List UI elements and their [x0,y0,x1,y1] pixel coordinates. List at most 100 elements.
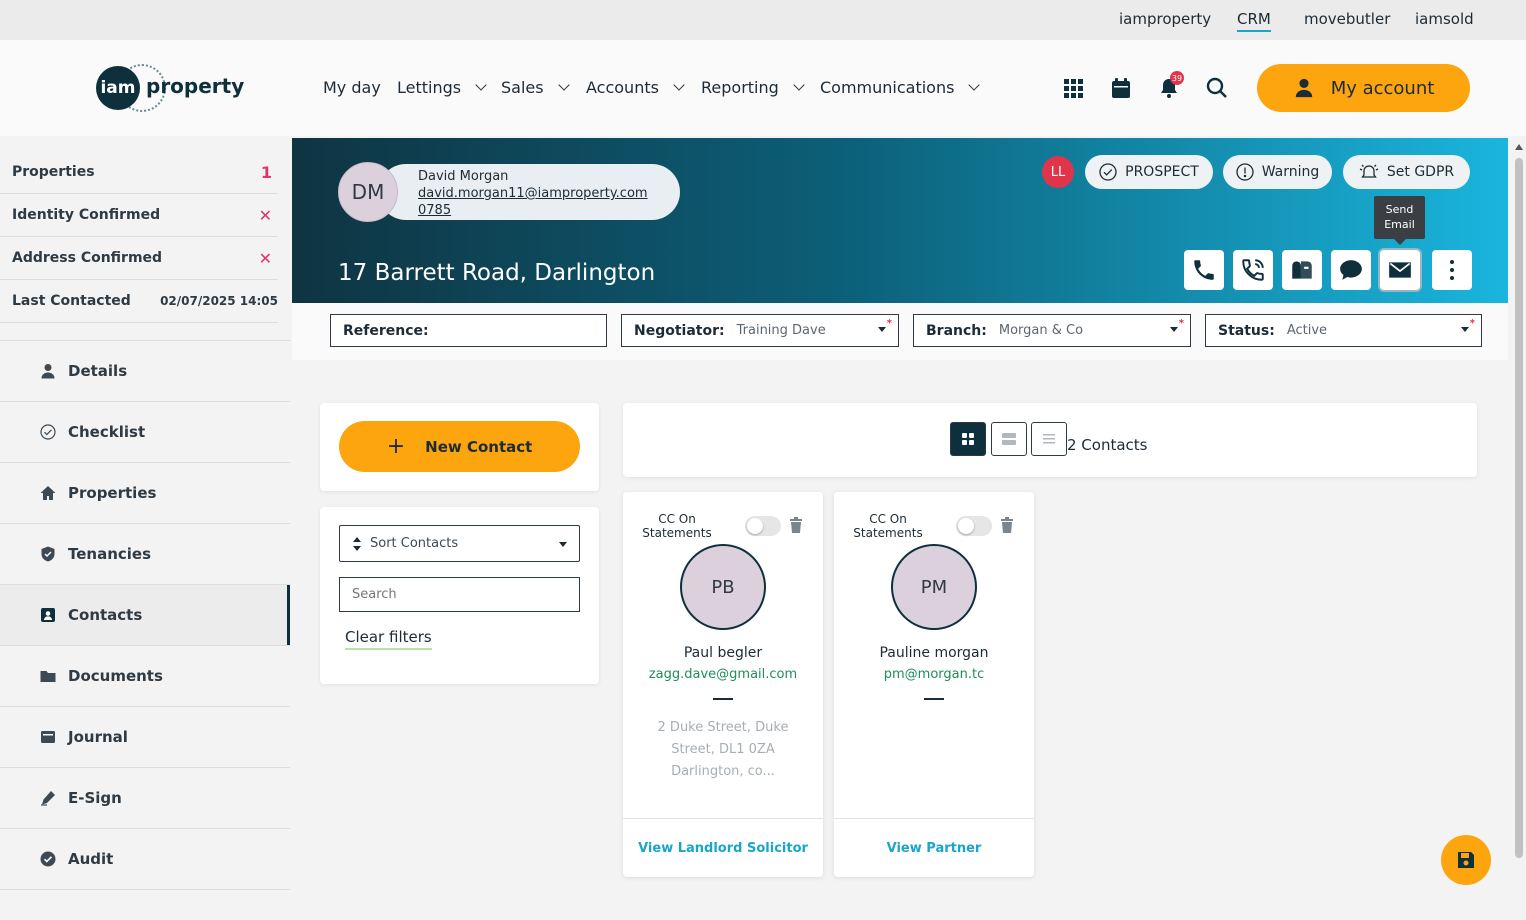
branch-select[interactable]: Branch: Morgan & Co * [913,314,1191,347]
envelope-icon [1389,262,1411,278]
sort-contacts-select[interactable]: Sort Contacts [339,525,580,562]
contact-email[interactable]: zagg.dave@gmail.com [623,667,823,682]
link-iamproperty[interactable]: iamproperty [1119,10,1211,28]
call-log-button[interactable] [1233,250,1273,290]
letter-button[interactable] [1282,250,1322,290]
grid-view-button[interactable] [950,422,986,456]
sidebar-item-checklist[interactable]: Checklist [0,402,290,463]
nav-reporting-label: Reporting [701,78,779,97]
chevron-down-icon [475,79,487,91]
nav-my-day[interactable]: My day [323,78,381,97]
search-input[interactable] [339,577,580,612]
list-view-icon [1043,434,1055,444]
sidebar-item-label: Audit [68,850,114,868]
page-scrollbar[interactable] [1512,136,1526,920]
nav-sales[interactable]: Sales [501,78,570,97]
sms-button[interactable] [1331,250,1371,290]
view-partner-link[interactable]: View Partner [834,818,1034,877]
summary-label: Last Contacted [12,293,131,309]
call-button[interactable] [1184,250,1224,290]
contact-name: David Morgan [418,169,509,184]
sidebar-item-tenancies[interactable]: Tenancies [0,524,290,585]
negotiator-select[interactable]: Negotiator: Training Dave * [621,314,899,347]
branch-label: Branch: [926,322,987,339]
scrollbar-thumb[interactable] [1515,158,1523,858]
check-circle-icon [40,424,56,440]
contact-card-icon [41,608,55,622]
summary-properties: Properties 1 [0,151,278,194]
more-options-button[interactable] [1432,250,1472,290]
cc-on-statements-label: CC On Statements [642,512,712,540]
sort-icon [353,536,361,551]
journal-icon [41,731,55,743]
more-vertical-icon [1450,260,1454,280]
list-view-button[interactable] [1031,422,1067,456]
sidebar-item-audit[interactable]: Audit [0,829,290,890]
logo[interactable]: iam property [96,64,244,114]
sidebar-item-details[interactable]: Details [0,341,290,402]
clear-filters-link[interactable]: Clear filters [345,628,432,650]
status-select[interactable]: Status: Active * [1205,314,1482,347]
caret-down-icon [878,327,886,332]
contact-phone-link[interactable]: 0785 [418,202,648,219]
link-movebutler[interactable]: movebutler [1304,10,1390,28]
card-view-button[interactable] [991,422,1027,456]
trash-icon[interactable] [789,517,803,533]
contact-avatar: PB [680,544,766,630]
calendar-icon[interactable] [1109,76,1133,100]
sidebar-item-properties[interactable]: Properties [0,463,290,524]
contact-email[interactable]: pm@morgan.tc [834,667,1034,682]
prospect-button[interactable]: PROSPECT [1085,155,1213,189]
summary-value: 02/07/2025 14:05 [160,294,278,308]
sidebar-item-journal[interactable]: Journal [0,707,290,768]
trash-icon[interactable] [1000,517,1014,533]
contacts-count: 2 Contacts [1067,436,1148,454]
sidebar-item-label: Journal [68,728,128,746]
sidebar-item-documents[interactable]: Documents [0,646,290,707]
contact-email-link[interactable]: david.morgan11@iamproperty.com [418,185,648,202]
caret-down-icon [1170,327,1178,332]
nav-lettings[interactable]: Lettings [397,78,487,97]
nav-accounts[interactable]: Accounts [586,78,685,97]
negotiator-value: Training Dave [736,323,826,338]
warning-button[interactable]: Warning [1223,155,1332,189]
sidebar-nav: Details Checklist Properties Tenancies C… [0,340,290,890]
sidebar-item-label: Details [68,362,128,380]
nav-reporting[interactable]: Reporting [701,78,805,97]
user-icon [41,364,55,379]
nav-my-day-label: My day [323,78,381,97]
save-icon [1458,852,1474,868]
save-button[interactable] [1441,835,1491,885]
nav-communications-label: Communications [820,78,955,97]
nav-communications[interactable]: Communications [820,78,981,97]
set-gdpr-button[interactable]: Set GDPR [1343,155,1470,189]
reference-field[interactable]: Reference: [330,314,607,347]
sidebar-item-e-sign[interactable]: E-Sign [0,768,290,829]
contact-address: 2 Duke Street, Duke Street, DL1 0ZA Darl… [657,720,789,779]
sidebar-item-contacts[interactable]: Contacts [0,585,290,646]
pen-icon [41,791,55,806]
contact-info: David Morgan david.morgan11@iamproperty.… [418,168,648,219]
grid-icon[interactable] [1061,76,1085,100]
link-crm[interactable]: CRM [1237,10,1271,32]
contact-fields-row: Reference: Negotiator: Training Dave * B… [292,303,1508,360]
cc-on-statements-toggle[interactable] [956,516,992,536]
search-icon[interactable] [1205,76,1229,100]
scroll-up-arrow-icon[interactable] [1515,144,1523,150]
user-tag-avatar[interactable]: LL [1042,156,1074,188]
new-contact-label: New Contact [425,437,533,456]
caret-down-icon [559,542,567,547]
view-landlord-solicitor-link[interactable]: View Landlord Solicitor [623,818,823,877]
caret-down-icon [1461,327,1469,332]
new-contact-button[interactable]: + New Contact [339,421,580,472]
logo-word: property [146,74,245,98]
link-iamsold[interactable]: iamsold [1415,10,1474,28]
nav-accounts-label: Accounts [586,78,659,97]
contact-hero-banner: DM David Morgan david.morgan11@iamproper… [292,138,1508,303]
cc-on-statements-label: CC On Statements [853,512,923,540]
my-account-button[interactable]: My account [1257,64,1470,112]
contact-avatar: PM [891,544,977,630]
send-email-button[interactable] [1380,250,1420,290]
cc-on-statements-toggle[interactable] [745,516,781,536]
prospect-label: PROSPECT [1125,164,1199,180]
